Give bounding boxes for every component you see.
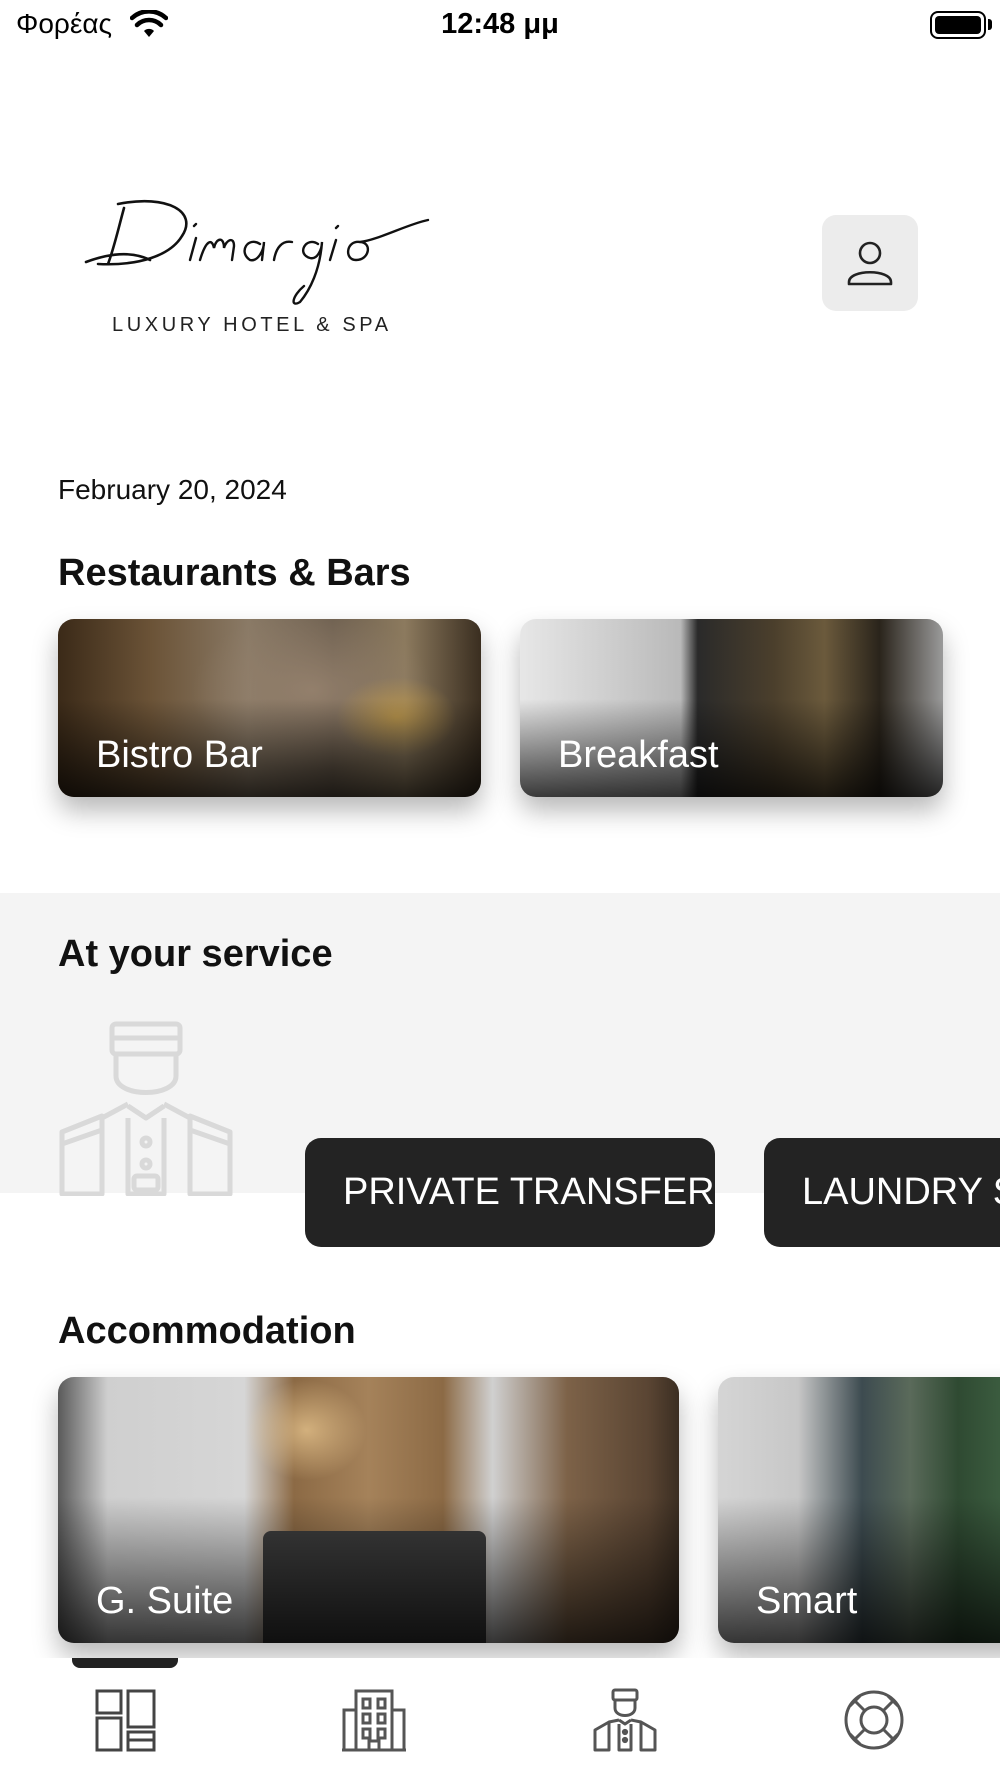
restaurant-card-label: Bistro Bar <box>96 734 263 776</box>
service-private-transfer-button[interactable]: PRIVATE TRANSFER <box>305 1138 715 1247</box>
status-bar: Φορέας 12:48 μμ <box>0 0 1000 50</box>
accommodation-section-title: Accommodation <box>58 1310 356 1352</box>
status-time-container: 12:48 μμ <box>0 8 1000 41</box>
restaurant-card-bistro-bar[interactable]: Bistro Bar <box>58 619 481 797</box>
service-button-label: PRIVATE TRANSFER <box>343 1171 715 1213</box>
hotel-logo: LUXURY HOTEL & SPA <box>78 190 438 340</box>
service-laundry-button[interactable]: LAUNDRY SE <box>764 1138 1000 1247</box>
status-time: 12:48 μμ <box>441 8 559 40</box>
logo-subtitle: LUXURY HOTEL & SPA <box>112 314 392 336</box>
lifebuoy-icon[interactable] <box>842 1688 906 1752</box>
restaurant-card-label: Breakfast <box>558 734 719 776</box>
room-card-label: Smart <box>756 1580 858 1622</box>
person-icon <box>847 241 893 286</box>
restaurant-card-breakfast[interactable]: Breakfast <box>520 619 943 797</box>
hotel-building-icon[interactable] <box>342 1688 406 1752</box>
dashboard-icon[interactable] <box>94 1688 158 1752</box>
selected-tab-indicator <box>72 1658 178 1668</box>
current-date: February 20, 2024 <box>58 474 287 505</box>
battery-tip <box>988 19 992 30</box>
restaurants-section-title: Restaurants & Bars <box>58 552 411 594</box>
service-button-label: LAUNDRY SE <box>802 1171 1000 1213</box>
profile-button[interactable] <box>822 215 918 311</box>
concierge-icon[interactable] <box>593 1688 657 1752</box>
room-card-g-suite[interactable]: G. Suite <box>58 1377 679 1643</box>
logo-script-image <box>84 199 430 305</box>
battery-icon <box>930 11 986 39</box>
room-card-label: G. Suite <box>96 1580 234 1622</box>
concierge-icon <box>59 1021 233 1196</box>
service-section-title: At your service <box>58 933 333 975</box>
room-card-smart[interactable]: Smart <box>718 1377 1000 1643</box>
